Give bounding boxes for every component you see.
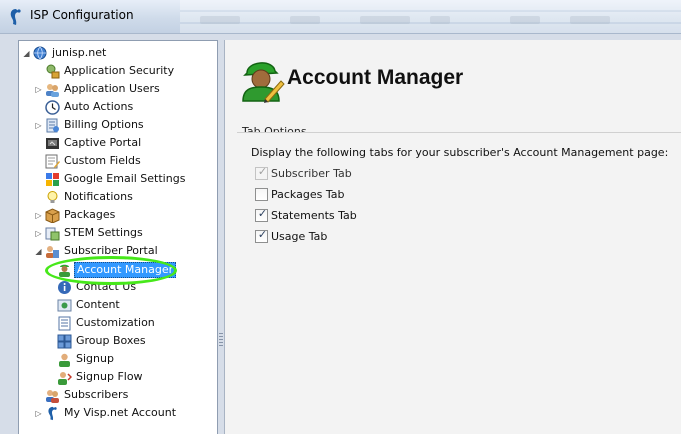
tree-node-customization[interactable]: Customization [19, 314, 217, 332]
tree-label: Captive Portal [64, 136, 142, 149]
tree-label: Subscribers [64, 388, 129, 401]
tree-node-signup[interactable]: Signup [19, 350, 217, 368]
tree-node-group-boxes[interactable]: Group Boxes [19, 332, 217, 350]
tree-node-content[interactable]: Content [19, 296, 217, 314]
subscriber-tab-label: Subscriber Tab [271, 166, 352, 180]
tree-node-signup-flow[interactable]: Signup Flow [19, 368, 217, 386]
expand-arrow-icon[interactable]: ▷ [34, 229, 43, 238]
google-icon [44, 171, 60, 187]
users-icon [44, 81, 60, 97]
packages-tab-option: Packages Tab [255, 186, 344, 202]
checkmark-icon: ✓ [257, 164, 268, 178]
customization-icon [56, 315, 72, 331]
tree-node-subscribers[interactable]: Subscribers [19, 386, 217, 404]
navigation-tree[interactable]: ◢ junisp.net Application Security ▷ Appl… [18, 40, 218, 434]
collapse-arrow-icon[interactable]: ◢ [34, 247, 43, 256]
content-icon [56, 297, 72, 313]
clock-icon [44, 99, 60, 115]
signup-icon [56, 351, 72, 367]
tree-label: Group Boxes [76, 334, 146, 347]
tree-label: My Visp.net Account [64, 406, 177, 419]
tree-node-auto-actions[interactable]: Auto Actions [19, 98, 217, 116]
page-title: Account Manager [287, 66, 464, 89]
statements-tab-checkbox[interactable]: ✓ [255, 206, 268, 222]
checkmark-icon: ✓ [257, 206, 268, 220]
account-manager-header-icon [242, 62, 285, 103]
stem-icon [44, 225, 60, 241]
key-lock-icon [44, 63, 60, 79]
portal-icon [44, 135, 60, 151]
tree-node-stem-settings[interactable]: ▷ STEM Settings [19, 224, 217, 242]
tree-label: Custom Fields [64, 154, 141, 167]
usage-tab-option: ✓ Usage Tab [255, 228, 327, 244]
tree-label: Google Email Settings [64, 172, 186, 185]
subscribers-icon [44, 387, 60, 403]
tree-label: Signup Flow [76, 370, 143, 383]
form-edit-icon [44, 153, 60, 169]
tree-node-billing-options[interactable]: ▷ Billing Options [19, 116, 217, 134]
splitter-handle[interactable] [219, 333, 223, 347]
tree-node-notifications[interactable]: Notifications [19, 188, 217, 206]
subscriber-tab-option: ✓ Subscriber Tab [255, 165, 352, 181]
tree-node-packages[interactable]: ▷ Packages [19, 206, 217, 224]
tree-label: Contact Us [76, 280, 137, 293]
tree-node-account-manager[interactable]: Account Manager [19, 260, 217, 278]
tree-label: Customization [76, 316, 155, 329]
tree-label-selected: Account Manager [74, 262, 177, 278]
tree-node-root[interactable]: ◢ junisp.net [19, 44, 217, 62]
tree-label: Content [76, 298, 120, 311]
tree-node-custom-fields[interactable]: Custom Fields [19, 152, 217, 170]
bulb-icon [44, 189, 60, 205]
expand-arrow-icon[interactable]: ▷ [34, 85, 43, 94]
subscriber-tab-checkbox[interactable]: ✓ [255, 164, 268, 180]
tree-label: Auto Actions [64, 100, 134, 113]
tree-node-contact-us[interactable]: Contact Us [19, 278, 217, 296]
package-icon [44, 207, 60, 223]
tree-node-subscriber-portal[interactable]: ◢ Subscriber Portal [19, 242, 217, 260]
packages-tab-label: Packages Tab [271, 187, 345, 201]
packages-tab-checkbox[interactable] [255, 187, 268, 201]
tree-node-my-visp-account[interactable]: ▷ My Visp.net Account [19, 404, 217, 422]
billing-icon [44, 117, 60, 133]
expand-arrow-icon[interactable]: ▷ [34, 121, 43, 130]
window-title: ISP Configuration [30, 8, 134, 22]
checkmark-icon: ✓ [257, 227, 268, 241]
group-boxes-icon [56, 333, 72, 349]
tree-label: Application Users [64, 82, 160, 95]
globe-icon [32, 45, 48, 61]
tree-label: Notifications [64, 190, 133, 203]
tab-options-description: Display the following tabs for your subs… [251, 146, 669, 159]
tree-node-captive-portal[interactable]: Captive Portal [19, 134, 217, 152]
tree-label: Signup [76, 352, 114, 365]
tree-label: Billing Options [64, 118, 144, 131]
tree-node-application-users[interactable]: ▷ Application Users [19, 80, 217, 98]
content-panel: Account Manager Tab Options Display the … [224, 40, 681, 434]
isp-app-icon [10, 9, 21, 25]
portal-users-icon [44, 243, 60, 259]
tree-label: Packages [64, 208, 116, 221]
tree-label: Application Security [64, 64, 175, 77]
background-window-ghost [180, 0, 681, 33]
usage-tab-label: Usage Tab [271, 229, 328, 243]
expand-arrow-icon[interactable]: ▷ [34, 211, 43, 220]
statements-tab-option: ✓ Statements Tab [255, 207, 357, 223]
usage-tab-checkbox[interactable]: ✓ [255, 227, 268, 243]
account-manager-icon [56, 261, 72, 277]
tree-label: Subscriber Portal [64, 244, 158, 257]
tree-label: STEM Settings [64, 226, 143, 239]
tree-node-application-security[interactable]: Application Security [19, 62, 217, 80]
tree-node-google-email-settings[interactable]: Google Email Settings [19, 170, 217, 188]
window-title-bar: ISP Configuration [0, 0, 681, 34]
collapse-arrow-icon[interactable]: ◢ [22, 49, 31, 58]
signup-flow-icon [56, 369, 72, 385]
expand-arrow-icon[interactable]: ▷ [34, 409, 43, 418]
tree-label-root: junisp.net [52, 46, 107, 59]
statements-tab-label: Statements Tab [271, 208, 357, 222]
visp-icon [44, 405, 60, 421]
info-icon [56, 279, 72, 295]
